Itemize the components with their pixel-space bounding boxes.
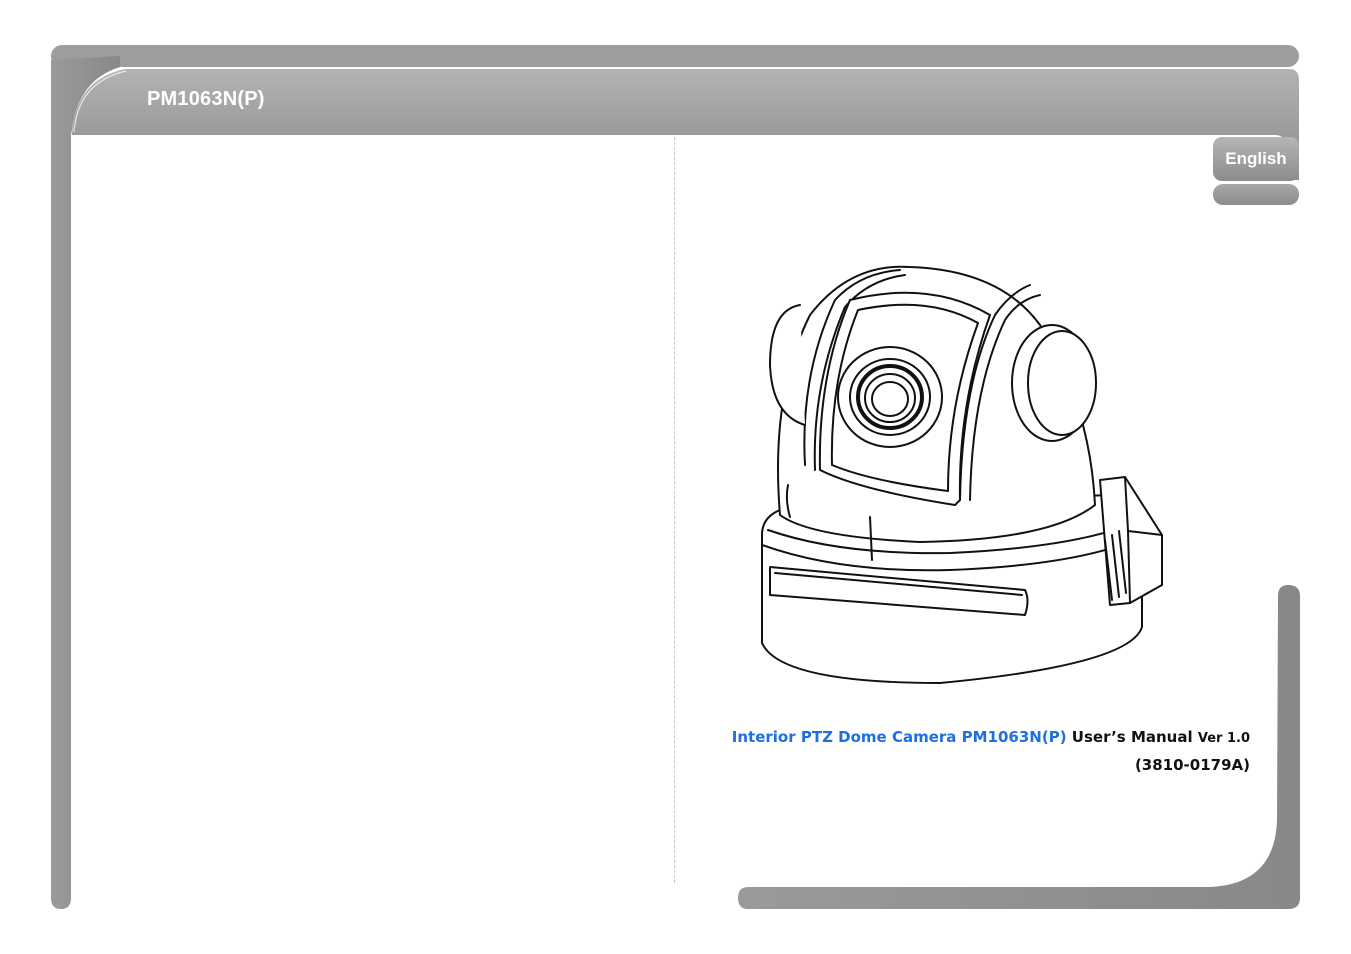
page-divider xyxy=(674,137,675,883)
language-tab-secondary[interactable] xyxy=(1213,184,1299,205)
language-tab-english[interactable]: English xyxy=(1213,137,1299,181)
document-type: User’s Manual xyxy=(1071,728,1193,746)
language-tab-label: English xyxy=(1225,149,1287,168)
manual-caption: Interior PTZ Dome Camera PM1063N(P) User… xyxy=(732,724,1250,778)
page-title: PM1063N(P) xyxy=(147,88,265,110)
caption-line-1: Interior PTZ Dome Camera PM1063N(P) User… xyxy=(732,724,1250,752)
document-version: Ver 1.0 xyxy=(1197,731,1250,746)
ptz-camera-illustration xyxy=(761,265,1163,684)
product-name: Interior PTZ Dome Camera PM1063N(P) xyxy=(731,728,1067,746)
document-code: (3810-0179A) xyxy=(1134,756,1250,774)
